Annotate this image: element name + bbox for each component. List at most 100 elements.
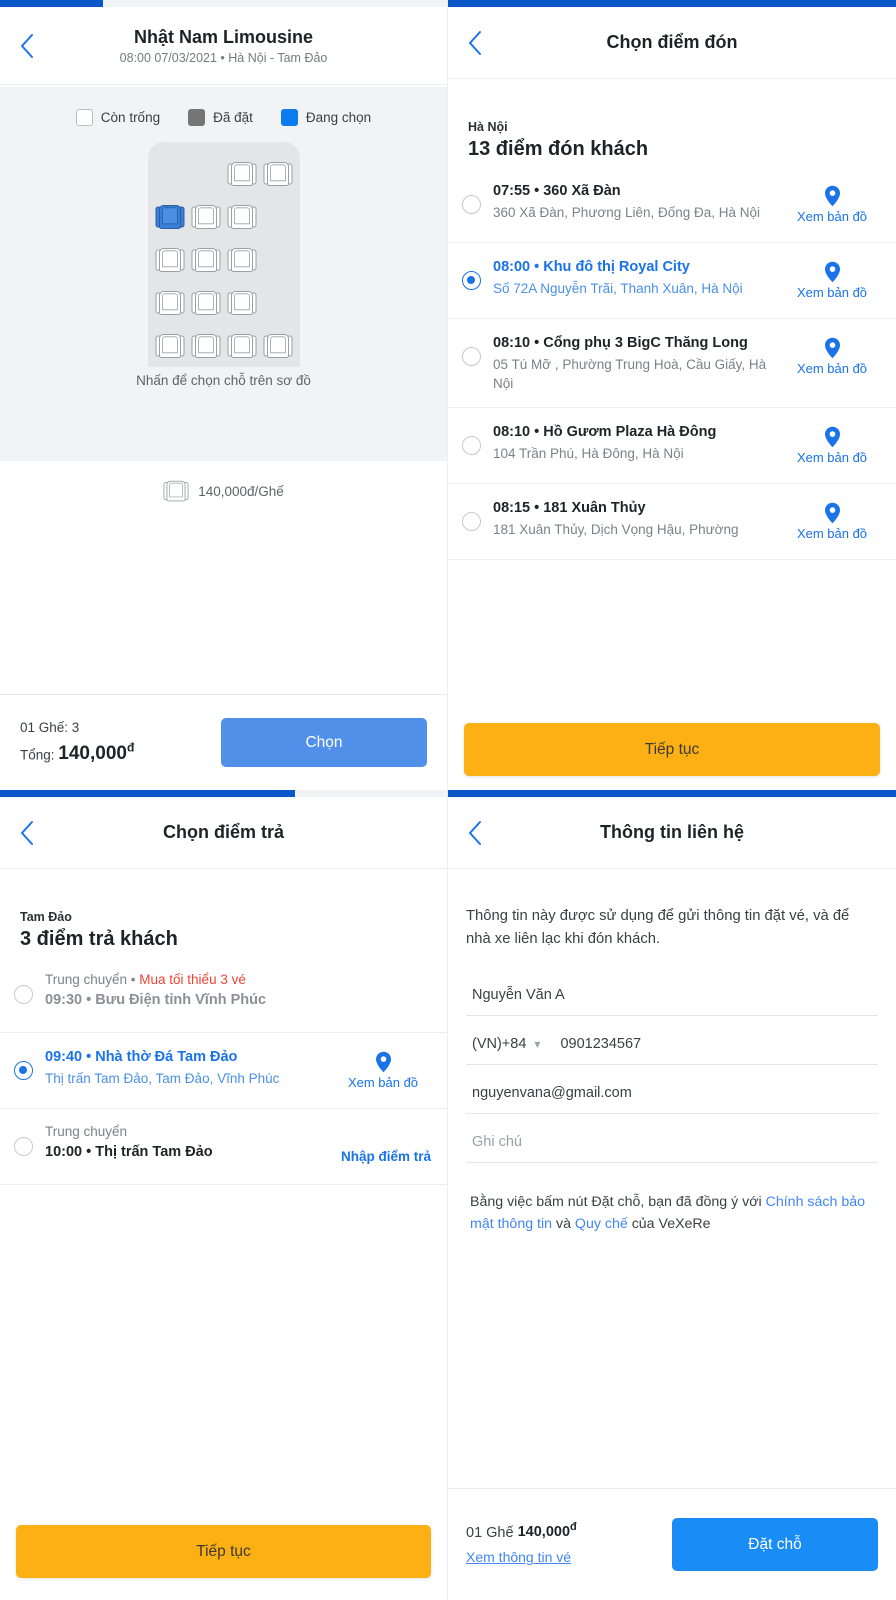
dropoff-point-item[interactable]: Trung chuyển • Mua tối thiểu 3 vé 09:30 •… [0,957,447,1033]
view-map-link[interactable]: Xem bản đồ [784,333,880,376]
dropoff-point-text: 09:40 • Nhà thờ Đá Tam Đảo Thị trấn Tam Đ… [45,1047,335,1088]
seat-empty[interactable] [188,201,224,234]
chevron-down-icon[interactable]: ▾ [534,1037,540,1051]
seat-empty[interactable] [152,330,188,363]
seat-icon [263,334,292,358]
header-pickup-text: Chọn điểm đón [500,31,896,54]
pickup-point-text: 07:55 • 360 Xã Đàn 360 Xã Đàn, Phương Liê… [493,181,784,222]
header-seat: Nhật Nam Limousine 08:00 07/03/2021 • Hà… [0,7,447,85]
header-contact-text: Thông tin liên hệ [500,821,896,844]
pickup-radio[interactable] [462,271,481,290]
seat-empty[interactable] [224,158,260,191]
pickup-point-item[interactable]: 08:00 • Khu đô thị Royal City Số 72A Nguy… [448,243,896,319]
legend-label-booked: Đã đặt [213,110,253,125]
trip-subtitle: 08:00 07/03/2021 • Hà Nội - Tam Đảo [119,51,328,66]
seat-empty[interactable] [152,244,188,277]
pickup-point-title: 08:10 • Cổng phụ 3 BigC Thăng Long [493,335,748,351]
seat-empty[interactable] [188,244,224,277]
dropoff-point-title: 10:00 • Thị trấn Tam Đảo [45,1143,213,1160]
pickup-point-item[interactable]: 08:10 • Cổng phụ 3 BigC Thăng Long 05 Tú … [448,319,896,409]
legend-label-selected: Đang chọn [305,110,372,125]
seat-icon [155,205,184,229]
dropoff-point-item[interactable]: 09:40 • Nhà thờ Đá Tam Đảo Thị trấn Tam Đ… [0,1033,447,1109]
seat-empty[interactable] [188,330,224,363]
view-map-link[interactable]: Xem bản đồ [784,498,880,541]
pickup-point-list: 07:55 • 360 Xã Đàn 360 Xã Đàn, Phương Liê… [448,167,896,561]
dropoff-radio[interactable] [14,985,33,1004]
pickup-radio[interactable] [462,347,481,366]
continue-button-pickup[interactable]: Tiếp tục [464,723,880,776]
progress-bar-pickup [448,0,896,7]
progress-fill [0,790,296,797]
checkout-amount: 140,000đ [518,1521,577,1541]
seat-icon [263,162,292,186]
seat-icon [155,248,184,272]
back-button-dropoff[interactable] [0,820,52,846]
dropoff-point-item[interactable]: Trung chuyển 10:00 • Thị trấn Tam Đảo Nhập… [0,1109,447,1185]
dropoff-point-prefix: Trung chuyển • Mua tối thiểu 3 vé [45,972,246,987]
view-map-link[interactable]: Xem bản đồ [784,181,880,224]
pickup-radio[interactable] [462,195,481,214]
continue-button-dropoff[interactable]: Tiếp tục [16,1525,431,1578]
view-map-link[interactable]: Xem bản đồ [784,257,880,300]
seat-icon [191,334,220,358]
email-field[interactable]: nguyenvana@gmail.com [466,1065,878,1114]
bus-seat-diagram[interactable] [147,142,300,367]
seat-gap [152,158,188,191]
dropoff-radio[interactable] [14,1061,33,1080]
terms-link[interactable]: Quy chế [575,1216,628,1232]
seat-empty[interactable] [260,158,296,191]
legend-item-booked: Đã đặt [188,109,253,126]
enter-dropoff-link[interactable]: Nhập điểm trả [327,1123,431,1164]
progress-bar-dropoff [0,790,447,797]
dropoff-point-text: Trung chuyển 10:00 • Thị trấn Tam Đảo [45,1123,327,1162]
seat-icon [191,205,220,229]
book-button[interactable]: Đặt chỗ [672,1518,878,1571]
screenshot-grid: Nhật Nam Limousine 08:00 07/03/2021 • Hà… [0,0,896,1600]
seat-empty[interactable] [224,287,260,320]
choose-button[interactable]: Chọn [221,718,427,767]
seat-empty[interactable] [224,330,260,363]
phone-field[interactable]: (VN)+84 ▾ 0901234567 [466,1016,878,1065]
view-map-label: Xem bản đồ [796,526,868,542]
seat-selected[interactable] [152,201,188,234]
pickup-point-item[interactable]: 08:10 • Hồ Gươm Plaza Hà Đông 104 Trần Ph… [448,408,896,485]
checkout-info: 01 Ghế 140,000đ Xem thông tin vé [466,1522,672,1568]
seat-gap [260,201,296,234]
pickup-point-address: 104 Trần Phú, Hà Đông, Hà Nội [493,446,684,462]
note-field-placeholder: Ghi chú [472,1133,522,1150]
back-button-pickup[interactable] [448,30,500,56]
pickup-point-text: 08:15 • 181 Xuân Thủy 181 Xuân Thủy, Dịch… [493,498,784,539]
pickup-point-address: 05 Tú Mỡ , Phường Trung Hoà, Cầu Giấy, H… [493,357,767,392]
name-field[interactable]: Nguyễn Văn A [466,951,878,1016]
seat-empty[interactable] [152,287,188,320]
seat-empty[interactable] [224,244,260,277]
pickup-radio[interactable] [462,436,481,456]
note-field[interactable]: Ghi chú [466,1114,878,1163]
chevron-left-icon [20,820,33,845]
currency-symbol: đ [570,1521,577,1534]
back-button-seat[interactable] [0,33,52,59]
header-seat-text: Nhật Nam Limousine 08:00 07/03/2021 • Hà… [52,26,447,66]
pickup-point-item[interactable]: 08:15 • 181 Xuân Thủy 181 Xuân Thủy, Dịch… [448,484,896,561]
back-button-contact[interactable] [448,820,500,846]
seat-empty[interactable] [260,330,296,363]
header-pickup: Chọn điểm đón [448,7,896,79]
pickup-list-body: Hà Nội 13 điểm đón khách 07:55 • 360 Xã … [448,87,896,790]
view-ticket-info-link[interactable]: Xem thông tin vé [466,1549,571,1565]
country-code-select[interactable]: (VN)+84 [472,1036,526,1052]
view-map-link[interactable]: Xem bản đồ [335,1047,431,1090]
pickup-point-item[interactable]: 07:55 • 360 Xã Đàn 360 Xã Đàn, Phương Liê… [448,167,896,243]
seat-body: Còn trống Đã đặt Đang chọn Nhấn để chọn … [0,87,447,694]
legend-item-selected: Đang chọn [280,109,372,126]
dropoff-radio[interactable] [14,1137,33,1156]
dropoff-point-title: 09:30 • Bưu Điện tỉnh Vĩnh Phúc [45,991,267,1008]
view-map-link[interactable]: Xem bản đồ [784,422,880,465]
selected-seat-summary: 01 Ghế: 3 [20,719,80,735]
panel-seat-selection: Nhật Nam Limousine 08:00 07/03/2021 • Hà… [0,0,448,790]
seat-empty[interactable] [188,287,224,320]
pickup-radio[interactable] [462,512,481,532]
dropoff-point-address: Thị trấn Tam Đảo, Tam Đảo, Vĩnh Phúc [45,1071,280,1086]
seat-empty[interactable] [224,201,260,234]
pickup-point-title: 08:10 • Hồ Gươm Plaza Hà Đông [493,424,717,441]
